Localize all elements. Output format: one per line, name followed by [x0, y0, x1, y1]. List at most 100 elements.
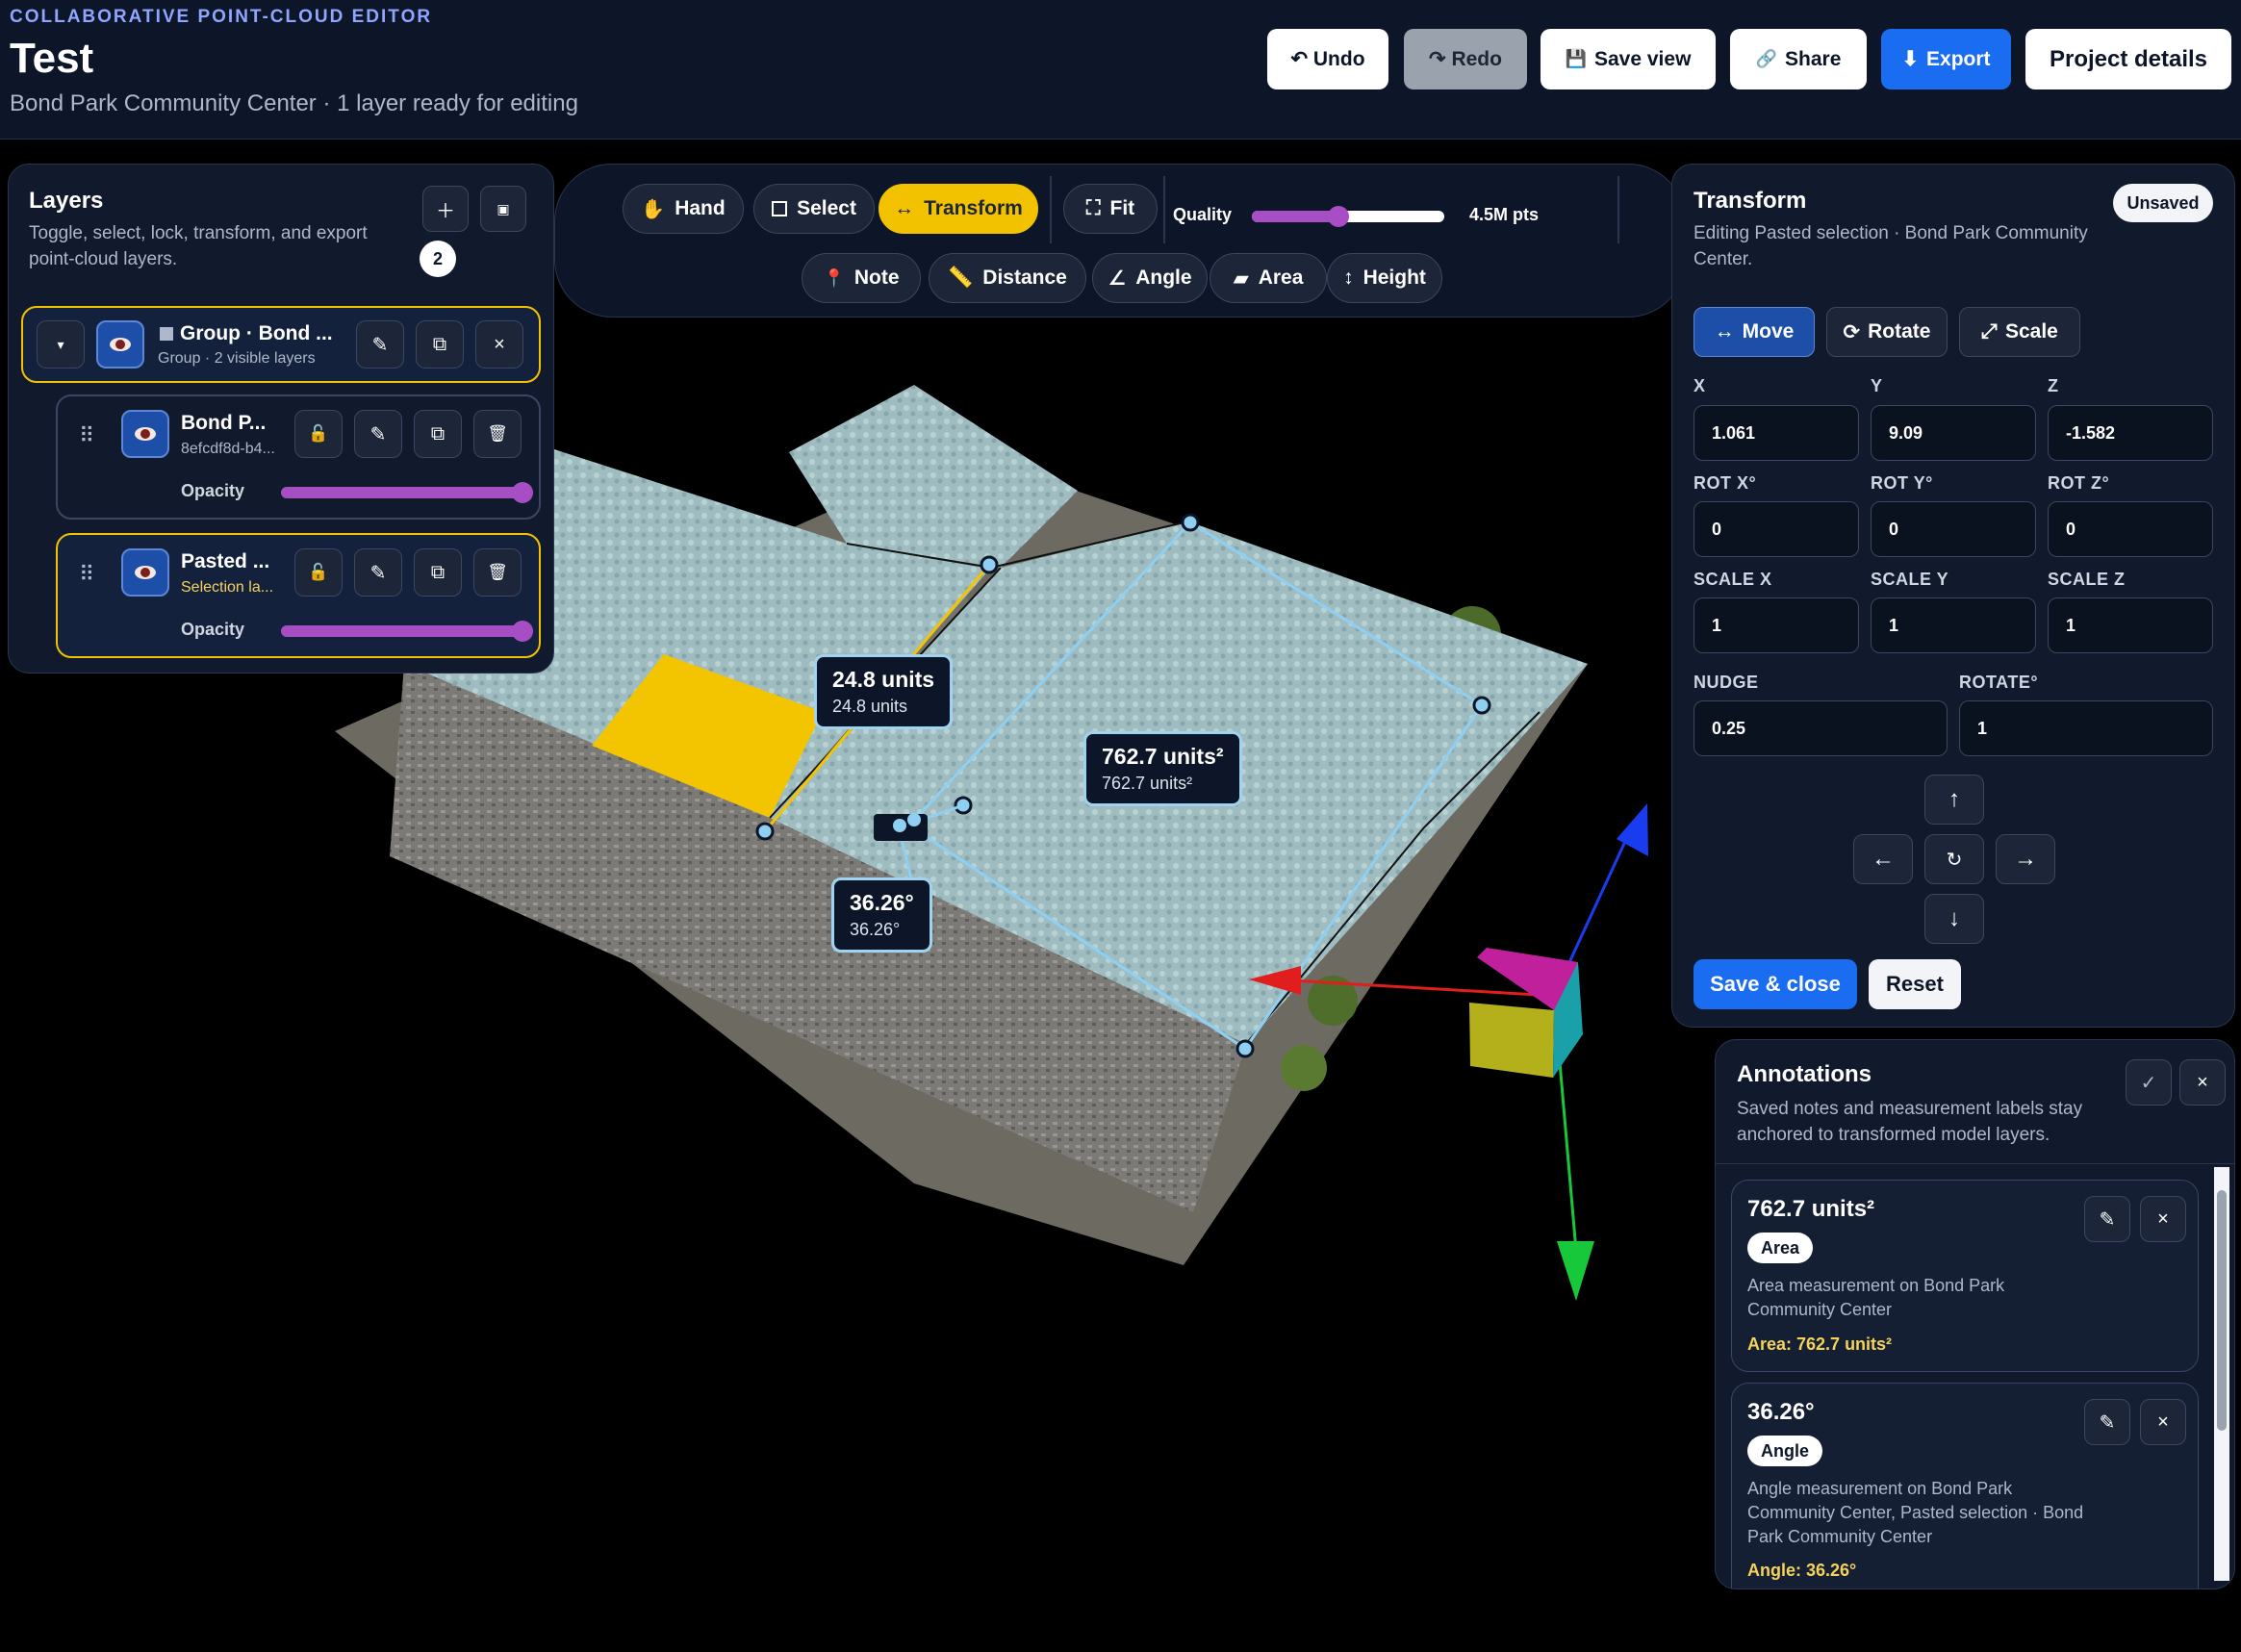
nudge-left-button[interactable]: ←: [1853, 834, 1913, 884]
duplicate-group-button[interactable]: ⧉: [416, 320, 464, 369]
x-input[interactable]: 1.061: [1693, 405, 1859, 461]
lock-layer-button[interactable]: 🔓: [294, 548, 343, 597]
measurement-vertex[interactable]: [893, 819, 906, 832]
z-input[interactable]: -1.582: [2048, 405, 2213, 461]
gizmo-cube-front[interactable]: [1469, 1003, 1554, 1078]
tool-toolbar: ✋ Hand Select ↔ Transform ⛶ Fit Quality …: [554, 164, 1686, 318]
tool-hand[interactable]: ✋ Hand: [623, 184, 744, 234]
tool-height[interactable]: ↕ Height: [1327, 253, 1442, 303]
y-input[interactable]: 9.09: [1871, 405, 2036, 461]
measurement-vertex[interactable]: [1472, 696, 1491, 715]
toggle-visibility-button[interactable]: [121, 410, 169, 458]
add-layer-button[interactable]: ＋: [422, 186, 469, 232]
tool-fit[interactable]: ⛶ Fit: [1063, 184, 1158, 234]
share-button[interactable]: 🔗 Share: [1730, 29, 1867, 89]
annotation-description: Angle measurement on Bond Park Community…: [1747, 1479, 2084, 1546]
mode-move[interactable]: ↔ Move: [1693, 307, 1815, 357]
toggle-visibility-button[interactable]: [96, 320, 144, 369]
annotations-scrollbar[interactable]: [2214, 1167, 2229, 1581]
layer-row-bond-park[interactable]: ⠿ Bond P... 8efcdf8d-b4... 🔓 ✎ ⧉ 🗑 Opaci…: [56, 394, 541, 520]
lock-layer-button[interactable]: 🔓: [294, 410, 343, 458]
measurement-vertex[interactable]: [1181, 513, 1200, 532]
layer-options-button[interactable]: ▣: [480, 186, 526, 232]
layer-group-row[interactable]: ▾ Group · Bond ... Group · 2 visible lay…: [21, 306, 541, 383]
close-group-button[interactable]: ×: [475, 320, 523, 369]
scale-z-input[interactable]: 1: [2048, 597, 2213, 653]
delete-layer-button[interactable]: 🗑: [473, 410, 522, 458]
measurement-vertex[interactable]: [1235, 1039, 1255, 1058]
edit-annotation-button[interactable]: ✎: [2084, 1399, 2130, 1445]
tool-select[interactable]: Select: [753, 184, 875, 234]
collapse-group-button[interactable]: ▾: [37, 320, 85, 369]
quality-slider-fill: [1252, 211, 1338, 222]
scale-x-label: SCALE X: [1693, 570, 1772, 589]
quality-slider-knob[interactable]: [1328, 206, 1349, 227]
toggle-visibility-button[interactable]: [121, 548, 169, 597]
rotate-nudge-button[interactable]: ↻: [1924, 834, 1984, 884]
delete-layer-button[interactable]: 🗑: [473, 548, 522, 597]
measurement-vertex[interactable]: [980, 555, 999, 574]
annotation-footer: Angle: 36.26°: [1747, 1561, 1857, 1580]
edit-group-button[interactable]: ✎: [356, 320, 404, 369]
distance-label[interactable]: 24.8 units 24.8 units: [814, 654, 954, 729]
drag-handle-icon[interactable]: ⠿: [79, 423, 94, 448]
annotation-card-angle[interactable]: 36.26° Angle Angle measurement on Bond P…: [1731, 1383, 2199, 1588]
reset-button[interactable]: Reset: [1869, 959, 1961, 1009]
pencil-icon: ✎: [2099, 1411, 2116, 1434]
confirm-annotations-button[interactable]: ✓: [2126, 1059, 2172, 1106]
opacity-slider[interactable]: [281, 621, 533, 642]
measurement-vertex[interactable]: [755, 822, 775, 841]
close-icon: ×: [2197, 1071, 2208, 1093]
save-close-button[interactable]: Save & close: [1693, 959, 1857, 1009]
rot-x-input[interactable]: 0: [1693, 501, 1859, 557]
delete-annotation-button[interactable]: ×: [2140, 1399, 2186, 1445]
rotate-step-input[interactable]: 1: [1959, 700, 2213, 756]
tool-angle[interactable]: ∠ Angle: [1092, 253, 1208, 303]
duplicate-layer-button[interactable]: ⧉: [414, 410, 462, 458]
area-label[interactable]: 762.7 units² 762.7 units²: [1083, 731, 1242, 806]
plus-icon: ＋: [436, 200, 455, 222]
tool-distance-label: Distance: [982, 267, 1067, 289]
drag-handle-icon[interactable]: ⠿: [79, 562, 94, 587]
annotation-card-area[interactable]: 762.7 units² Area Area measurement on Bo…: [1731, 1180, 2199, 1372]
nudge-input[interactable]: 0.25: [1693, 700, 1948, 756]
undo-button[interactable]: ↶ Undo: [1267, 29, 1388, 89]
tool-area[interactable]: ▰ Area: [1210, 253, 1327, 303]
layer-row-pasted-selection[interactable]: ⠿ Pasted ... Selection la... 🔓 ✎ ⧉ 🗑 Opa…: [56, 533, 541, 658]
opacity-slider[interactable]: [281, 482, 533, 503]
edit-layer-button[interactable]: ✎: [354, 410, 402, 458]
angle-label[interactable]: 36.26° 36.26°: [831, 877, 932, 953]
tool-distance[interactable]: 📏 Distance: [929, 253, 1086, 303]
mode-scale[interactable]: ⤢ Scale: [1959, 307, 2080, 357]
opacity-slider-knob[interactable]: [512, 621, 533, 642]
edit-annotation-button[interactable]: ✎: [2084, 1196, 2130, 1242]
nudge-up-button[interactable]: ↑: [1924, 775, 1984, 825]
edit-layer-button[interactable]: ✎: [354, 548, 402, 597]
fit-frame-icon: ⛶: [1085, 197, 1101, 219]
rot-z-input[interactable]: 0: [2048, 501, 2213, 557]
delete-annotation-button[interactable]: ×: [2140, 1196, 2186, 1242]
project-details-button[interactable]: Project details: [2025, 29, 2231, 89]
nudge-right-button[interactable]: →: [1996, 834, 2055, 884]
quality-slider[interactable]: [1252, 206, 1444, 227]
measurement-vertex[interactable]: [907, 813, 921, 826]
scale-x-input[interactable]: 1: [1693, 597, 1859, 653]
close-annotations-button[interactable]: ×: [2179, 1059, 2226, 1106]
mode-rotate[interactable]: ⟳ Rotate: [1826, 307, 1948, 357]
duplicate-layer-button[interactable]: ⧉: [414, 548, 462, 597]
redo-button[interactable]: ↷ Redo: [1404, 29, 1527, 89]
nudge-down-button[interactable]: ↓: [1924, 894, 1984, 944]
tool-note[interactable]: 📍 Note: [802, 253, 921, 303]
scale-y-input[interactable]: 1: [1871, 597, 2036, 653]
gizmo-y-arrow[interactable]: [1557, 1241, 1594, 1301]
rot-y-input[interactable]: 0: [1871, 501, 2036, 557]
save-view-button[interactable]: 💾 Save view: [1541, 29, 1716, 89]
unlock-icon: 🔓: [308, 563, 329, 581]
tool-transform[interactable]: ↔ Transform: [879, 184, 1038, 234]
export-button[interactable]: ⬇ Export: [1881, 29, 2011, 89]
layers-panel-title: Layers: [29, 188, 104, 214]
tool-transform-label: Transform: [924, 197, 1023, 219]
scrollbar-thumb[interactable]: [2217, 1190, 2227, 1431]
opacity-slider-knob[interactable]: [512, 482, 533, 503]
tool-fit-label: Fit: [1109, 197, 1135, 219]
